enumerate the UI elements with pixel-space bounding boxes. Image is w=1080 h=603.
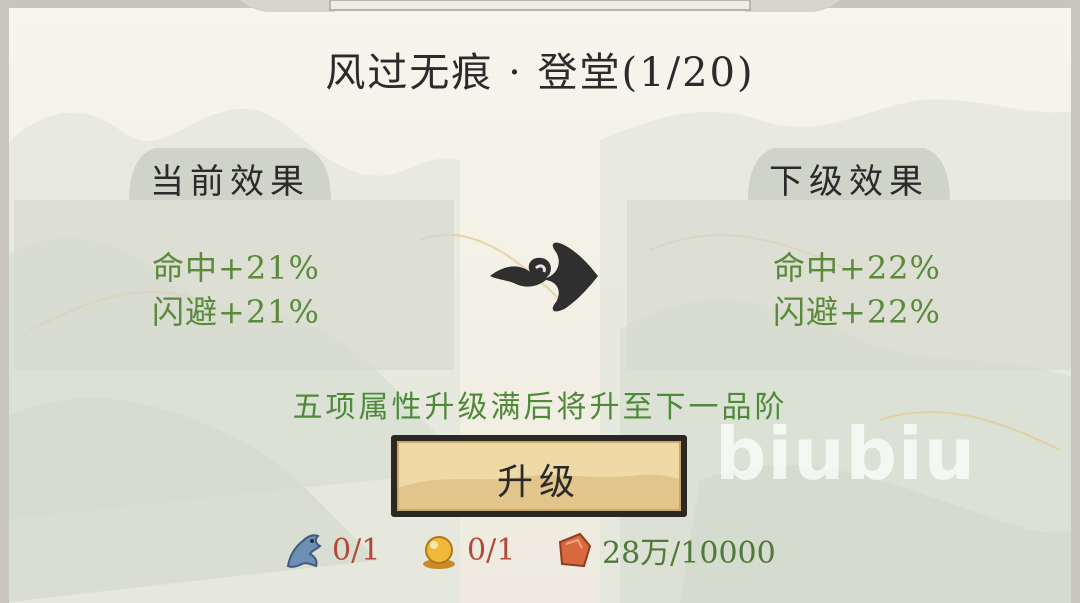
cost-item-pearl: 0/1 (417, 528, 515, 572)
next-effect-label: 下级效果 (769, 162, 929, 202)
upgrade-button[interactable]: 升级 (389, 433, 689, 519)
frame-top-ornament (0, 0, 1080, 12)
blue-dragon-material-icon (286, 534, 322, 568)
red-gem-currency-icon (558, 532, 592, 568)
current-effect-tab: 当前效果 (115, 148, 345, 202)
cost-item-dragon: 0/1 (282, 528, 380, 572)
ink-arrow-icon (490, 242, 598, 312)
upgrade-button-label: 升级 (496, 462, 581, 503)
cost-item-gem: 28万/10000 (552, 528, 776, 572)
page-title: 风过无痕 · 登堂(1/20) (325, 50, 755, 96)
dragon-cost-text: 0/1 (332, 532, 381, 568)
next-effect-tab: 下级效果 (734, 148, 964, 202)
current-effect-label: 当前效果 (150, 162, 310, 202)
next-stat-hit: 命中+22% (773, 249, 941, 287)
current-stat-dodge: 闪避+21% (152, 293, 320, 331)
pearl-cost-text: 0/1 (467, 532, 516, 568)
next-stat-dodge: 闪避+22% (773, 293, 941, 331)
gem-cost-text: 28万/10000 (602, 536, 776, 571)
upgrade-panel: 风过无痕 · 登堂(1/20) 当前效果 命中+21% 闪避+21% 下级效果 … (0, 0, 1080, 603)
current-stat-hit: 命中+21% (152, 249, 320, 287)
golden-pearl-icon (423, 536, 455, 569)
watermark: biubiu (715, 412, 976, 496)
